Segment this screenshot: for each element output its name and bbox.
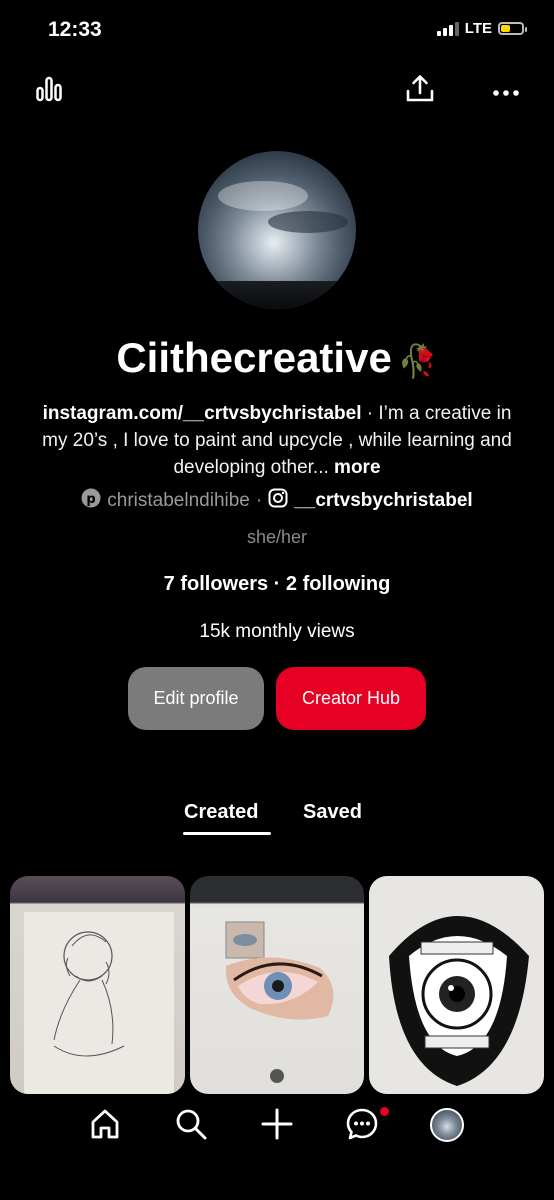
rose-icon: 🥀: [397, 343, 438, 379]
tab-created[interactable]: Created: [184, 801, 258, 824]
signal-icon: [436, 21, 459, 36]
pin-eye-mouth-illustration[interactable]: [369, 876, 544, 1094]
home-icon[interactable]: [88, 1107, 122, 1146]
creator-hub-button[interactable]: Creator Hub: [276, 667, 426, 730]
bottom-nav: [0, 1095, 554, 1200]
status-time: 12:33: [48, 18, 102, 41]
profile-avatar[interactable]: [198, 151, 356, 309]
profile-links: p christabelndihibe · __crtvsbychristabe…: [0, 488, 554, 514]
instagram-icon: [268, 488, 288, 514]
active-tab-indicator: [183, 832, 271, 835]
more-options-icon[interactable]: [492, 84, 520, 102]
pin-eye-painting[interactable]: [190, 876, 364, 1094]
share-icon[interactable]: [405, 74, 435, 109]
profile-name: Ciithecreative 🥀: [0, 334, 554, 382]
pinterest-icon: p: [81, 488, 101, 514]
profile-name-text: Ciithecreative: [116, 334, 392, 381]
profile-bio: instagram.com/__crtvsbychristabel · I’m …: [30, 400, 524, 481]
pin-sketch[interactable]: [10, 876, 185, 1094]
tab-saved[interactable]: Saved: [303, 801, 362, 824]
status-bar: 12:33 LTE: [0, 0, 554, 60]
edit-profile-button[interactable]: Edit profile: [128, 667, 264, 730]
pronouns: she/her: [246, 527, 308, 547]
status-right: LTE: [436, 20, 527, 37]
instagram-handle[interactable]: __crtvsbychristabel: [294, 490, 473, 512]
notification-dot: [380, 1107, 389, 1116]
profile-avatar-tab[interactable]: [430, 1108, 464, 1142]
links-separator: ·: [255, 490, 263, 511]
bio-link[interactable]: instagram.com/__crtvsbychristabel: [43, 403, 362, 424]
network-label: LTE: [464, 20, 492, 37]
battery-icon: [498, 22, 527, 35]
pinterest-handle[interactable]: christabelndihibe: [107, 490, 250, 512]
monthly-views: 15k monthly views: [199, 621, 355, 642]
messages-icon[interactable]: [345, 1107, 379, 1146]
followers-following[interactable]: 7 followers · 2 following: [0, 573, 554, 596]
plus-icon[interactable]: [260, 1107, 294, 1146]
svg-text:p: p: [87, 492, 96, 507]
bio-more-link[interactable]: more: [334, 457, 380, 478]
search-icon[interactable]: [174, 1107, 208, 1146]
analytics-icon[interactable]: [36, 76, 62, 107]
